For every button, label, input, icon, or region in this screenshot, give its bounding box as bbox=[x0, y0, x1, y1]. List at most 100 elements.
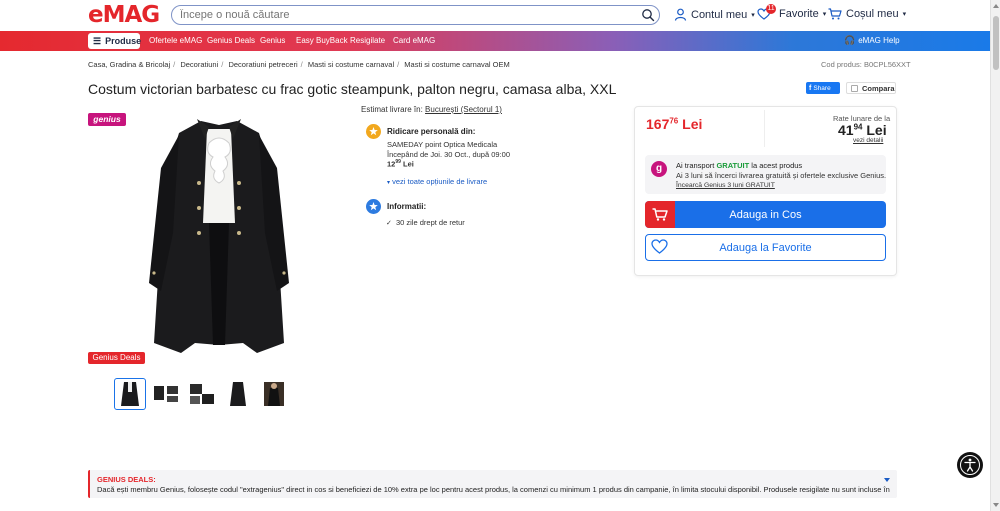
star-icon bbox=[366, 124, 381, 139]
genius-trial-link[interactable]: Încearcă Genius 3 luni GRATUIT bbox=[676, 182, 775, 189]
genius-deals-tag: Genius Deals bbox=[88, 352, 145, 364]
model-thumbnail-icon bbox=[264, 382, 284, 406]
account-label: Contul meu bbox=[691, 8, 748, 21]
rate-int: 41 bbox=[838, 122, 854, 138]
pickup-price-dec: 99 bbox=[395, 159, 401, 165]
thumbnail-strip bbox=[114, 378, 290, 410]
genius-free-label: GRATUIT bbox=[716, 161, 750, 170]
nav-item-genius-deals[interactable]: Genius Deals bbox=[207, 36, 255, 45]
product-price: 16776 Lei bbox=[646, 116, 702, 132]
genius-logo-icon: g bbox=[651, 161, 667, 177]
facebook-icon: f bbox=[809, 84, 812, 92]
view-delivery-options-label: vezi toate opțiunile de livrare bbox=[392, 177, 488, 186]
compare-checkbox[interactable] bbox=[851, 84, 858, 92]
nav-item-ofertele-emag[interactable]: Ofertele eMAG bbox=[149, 36, 202, 45]
cart-icon[interactable] bbox=[645, 201, 675, 228]
pickup-price-currency: Lei bbox=[403, 159, 414, 169]
installments-price: 4194 Lei bbox=[838, 122, 887, 138]
chevron-down-icon: ▾ bbox=[902, 11, 907, 18]
thumbnail-5[interactable] bbox=[258, 378, 290, 410]
coat-back-thumbnail-icon bbox=[230, 382, 246, 406]
page-scrollbar[interactable] bbox=[990, 0, 1000, 511]
account-link[interactable]: Contul meu ▾ bbox=[674, 8, 755, 21]
breadcrumb-item[interactable]: Masti si costume carnaval bbox=[308, 60, 394, 69]
nav-item-card-emag[interactable]: Card eMAG bbox=[393, 36, 435, 45]
breadcrumb-item[interactable]: Decoratiuni bbox=[180, 60, 218, 69]
add-to-favorites-button[interactable]: Adauga la Favorite bbox=[645, 234, 886, 261]
scroll-thumb[interactable] bbox=[993, 16, 999, 70]
cart-link[interactable]: Coșul meu ▾ bbox=[828, 8, 906, 20]
facebook-share-button[interactable]: f Share bbox=[806, 82, 840, 94]
genius-trial-text: Ai 3 luni să încerci livrarea gratuită ș… bbox=[676, 171, 887, 180]
delivery-location-link[interactable]: București (Sectorul 1) bbox=[425, 105, 502, 114]
price-int: 167 bbox=[646, 116, 670, 132]
pickup-title: Ridicare personală din: bbox=[387, 127, 476, 136]
user-icon bbox=[674, 8, 687, 21]
thumbnail-3[interactable] bbox=[186, 378, 218, 410]
accessibility-button[interactable] bbox=[957, 452, 983, 478]
genius-badge: genius bbox=[88, 113, 126, 126]
breadcrumb-item[interactable]: Masti si costume carnaval OEM bbox=[404, 60, 509, 69]
help-label: eMAG Help bbox=[858, 36, 900, 45]
favorites-link[interactable]: 11 Favorite ▾ bbox=[757, 4, 827, 20]
chevron-down-icon: ▾ bbox=[751, 11, 755, 19]
rate-dec: 94 bbox=[853, 122, 863, 132]
installments-details-link[interactable]: vezi detalii bbox=[853, 137, 883, 144]
chevron-down-icon[interactable] bbox=[884, 478, 890, 482]
return-policy: ✓ 30 zile drept de retur bbox=[386, 218, 465, 227]
share-label: Share bbox=[813, 84, 831, 92]
favorites-count-badge: 11 bbox=[766, 4, 776, 14]
cart-label: Coșul meu bbox=[846, 8, 899, 20]
hamburger-icon: ☰ bbox=[93, 35, 102, 46]
genius-deals-title: GENIUS DEALS: bbox=[97, 475, 156, 484]
accessibility-icon bbox=[960, 455, 980, 475]
products-menu-label: Produse bbox=[105, 36, 142, 46]
headset-icon: 🎧 bbox=[844, 35, 856, 45]
thumbnail-2[interactable] bbox=[150, 378, 182, 410]
genius-line1-prefix: Ai transport bbox=[676, 161, 717, 170]
breadcrumb-item[interactable]: Decoratiuni petreceri bbox=[228, 60, 297, 69]
nav-item-easy-buyback[interactable]: Easy BuyBack bbox=[296, 36, 348, 45]
price-divider bbox=[764, 110, 765, 147]
coat-thumbnail-icon bbox=[121, 382, 139, 406]
coat-details-thumbnail-icon bbox=[154, 386, 178, 402]
emag-logo[interactable]: eMAG bbox=[88, 3, 160, 27]
info-title: Informatii: bbox=[387, 202, 427, 211]
cart-icon bbox=[828, 8, 842, 20]
category-navbar: ☰ Produse Ofertele eMAG Genius Deals Gen… bbox=[0, 31, 990, 51]
compare-toggle[interactable]: Compara bbox=[846, 82, 896, 94]
breadcrumb: Casa, Gradina & Bricolaj / Decoratiuni / D… bbox=[88, 60, 510, 69]
search-bar[interactable] bbox=[171, 5, 660, 25]
genius-deals-text: Dacă ești membru Genius, folosește codul… bbox=[97, 485, 890, 494]
heart-icon bbox=[651, 239, 668, 254]
checkmark-icon: ✓ bbox=[386, 220, 392, 227]
products-menu-button[interactable]: ☰ Produse bbox=[88, 33, 142, 49]
chevron-down-icon: ▾ bbox=[822, 11, 827, 18]
add-to-cart-button[interactable]: Adauga in Cos bbox=[645, 201, 886, 228]
nav-item-genius[interactable]: Genius bbox=[260, 36, 285, 45]
thumbnail-1[interactable] bbox=[114, 378, 146, 410]
delivery-estimate-label: Estimat livrare în: bbox=[361, 105, 423, 114]
pickup-price: 1299 Lei bbox=[387, 159, 414, 169]
add-to-cart-label: Adauga in Cos bbox=[729, 208, 802, 221]
chevron-down-icon: ▾ bbox=[387, 180, 391, 186]
view-delivery-options-link[interactable]: ▾ vezi toate opțiunile de livrare bbox=[387, 177, 487, 186]
help-link[interactable]: 🎧 eMAG Help bbox=[844, 35, 900, 46]
product-title: Costum victorian barbatesc cu frac gotic… bbox=[88, 81, 617, 97]
breadcrumb-item[interactable]: Casa, Gradina & Bricolaj bbox=[88, 60, 170, 69]
compare-label: Compara bbox=[862, 83, 895, 93]
product-code: Cod produs: B0CPL56XXT bbox=[821, 60, 911, 69]
scroll-up-arrow[interactable] bbox=[993, 4, 999, 8]
return-policy-label: 30 zile drept de retur bbox=[395, 218, 465, 227]
search-icon[interactable] bbox=[641, 8, 655, 22]
add-to-favorites-label: Adauga la Favorite bbox=[719, 241, 812, 254]
price-currency: Lei bbox=[682, 116, 703, 132]
pickup-point: SAMEDAY point Optica Medicala bbox=[387, 140, 498, 149]
nav-item-resigilate[interactable]: Resigilate bbox=[350, 36, 385, 45]
search-input[interactable] bbox=[172, 6, 612, 24]
rate-currency: Lei bbox=[866, 122, 887, 138]
scroll-down-arrow[interactable] bbox=[993, 503, 999, 507]
thumbnail-4[interactable] bbox=[222, 378, 254, 410]
genius-free-shipping: Ai transport GRATUIT la acest produs bbox=[676, 161, 802, 170]
product-image[interactable] bbox=[139, 113, 299, 358]
